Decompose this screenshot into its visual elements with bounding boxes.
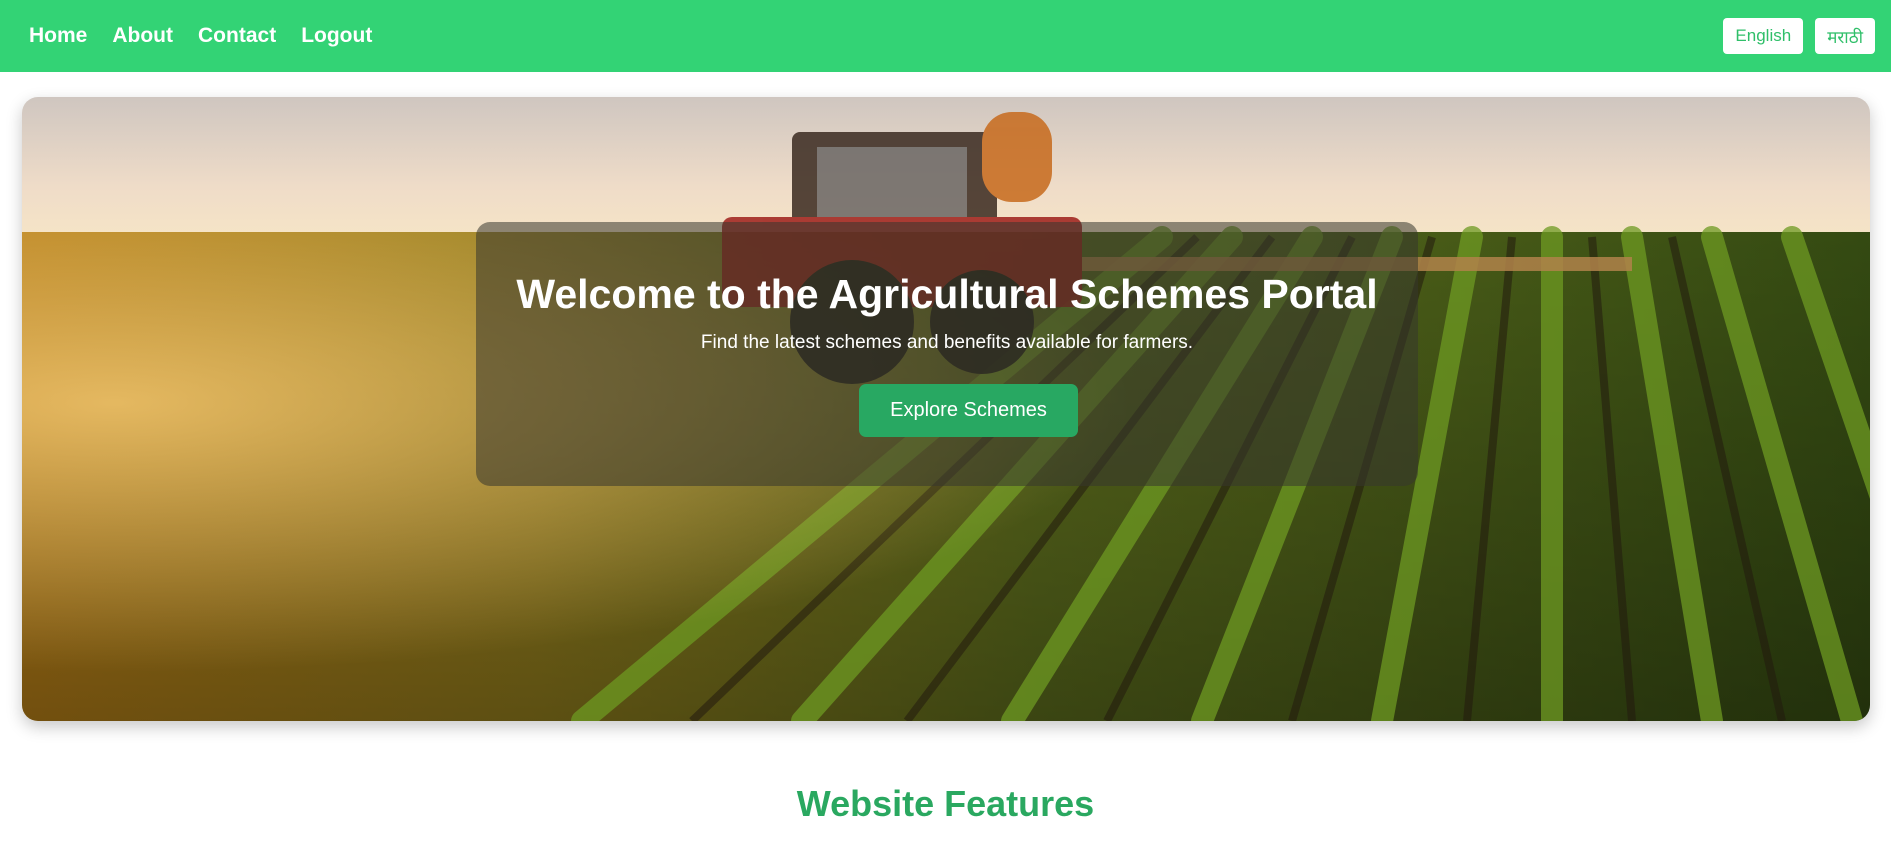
language-switcher: English मराठी: [1723, 18, 1875, 54]
hero-subtitle: Find the latest schemes and benefits ava…: [700, 332, 1194, 353]
language-marathi-button[interactable]: मराठी: [1815, 18, 1875, 54]
features-heading: Website Features: [796, 783, 1095, 824]
hero-banner: Welcome to the Agricultural Schemes Port…: [22, 97, 1870, 721]
nav-home-link[interactable]: Home: [29, 24, 87, 48]
language-english-button[interactable]: English: [1723, 18, 1804, 54]
explore-schemes-button[interactable]: Explore Schemes: [859, 384, 1078, 437]
nav-links: Home About Contact Logout: [29, 24, 372, 48]
hero-overlay-panel: Welcome to the Agricultural Schemes Port…: [476, 222, 1418, 486]
nav-logout-link[interactable]: Logout: [301, 24, 372, 48]
nav-about-link[interactable]: About: [112, 24, 173, 48]
hero-title: Welcome to the Agricultural Schemes Port…: [516, 271, 1378, 317]
top-navbar: Home About Contact Logout English मराठी: [0, 0, 1891, 72]
nav-contact-link[interactable]: Contact: [198, 24, 276, 48]
